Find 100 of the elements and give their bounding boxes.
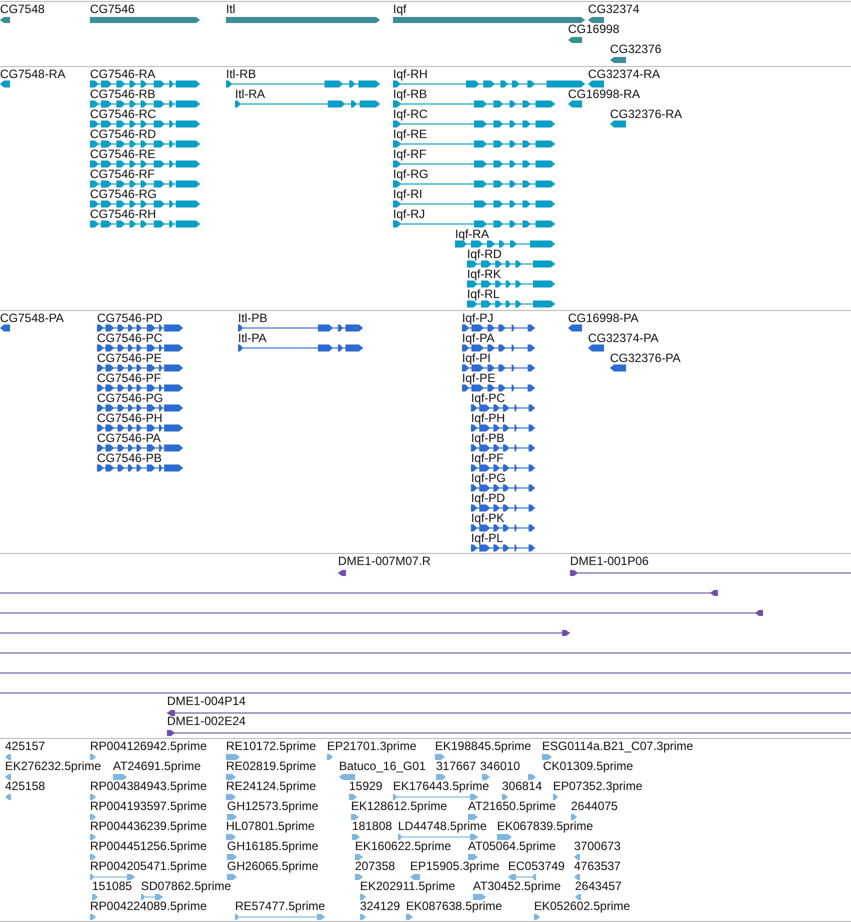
est-label: EK202911.5prime — [360, 880, 456, 893]
est-label: EC053749 — [508, 860, 565, 873]
transcript-label: CG7546-RA — [90, 68, 156, 81]
protein-label: Iqf-PL — [471, 532, 504, 545]
est-label: RP004451256.5prime — [90, 840, 207, 853]
protein-label: CG7546-PD — [97, 312, 162, 325]
est-label: RE02819.5prime — [226, 760, 316, 773]
transcript-label: Iqf-RB — [393, 88, 428, 101]
transcript-label: CG7546-RC — [90, 108, 156, 121]
transcript-label: Iqf-RJ — [393, 208, 426, 221]
est-label: RP004193597.5prime — [90, 800, 207, 813]
est-label: EK276232.5prime — [5, 760, 102, 773]
transcript-label: Iqf-RI — [393, 188, 422, 201]
transcript-label: Iqf-RA — [455, 228, 490, 241]
protein-label: Iqf-PG — [471, 472, 506, 485]
transcript-label: Iqf-RF — [393, 148, 426, 161]
est-label: EK087638.5prime — [406, 900, 502, 913]
est-label: EK067839.5prime — [497, 820, 594, 833]
gene-label: CG32376 — [610, 43, 662, 56]
transcript-label: Iqf-RK — [467, 268, 502, 281]
transcript-label: CG7546-RH — [90, 208, 156, 221]
transcript-label: CG16998-RA — [568, 88, 640, 101]
gene-label: CG7548 — [0, 3, 45, 16]
protein-label: CG7546-PC — [97, 332, 162, 345]
protein-label: CG7546-PH — [97, 412, 162, 425]
transcript-label: Iqf-RL — [467, 288, 500, 301]
protein-label: Iqf-PI — [462, 352, 491, 365]
est-label: EK160622.5prime — [355, 840, 452, 853]
protein-label: Iqf-PC — [471, 392, 506, 405]
protein-label: Itl-PA — [238, 332, 266, 345]
protein-label: Itl-PB — [238, 312, 268, 325]
est-label: 15929 — [349, 780, 382, 793]
transcript-label: CG7546-RD — [90, 128, 156, 141]
est-label: HL07801.5prime — [226, 820, 315, 833]
est-label: EK052602.5prime — [534, 900, 630, 913]
transcript-label: Iqf-RD — [467, 248, 502, 261]
protein-label: Iqf-PK — [471, 512, 504, 525]
gene-label: CG7546 — [90, 3, 135, 16]
protein-label: CG7546-PB — [97, 452, 162, 465]
protein-label: CG7546-PG — [97, 392, 164, 405]
est-label: EK198845.5prime — [435, 740, 532, 753]
clone-label: DME1-001P06 — [570, 555, 649, 568]
est-label: RP004205471.5prime — [90, 860, 207, 873]
est-label: 181808 — [352, 820, 392, 833]
protein-label: Iqf-PA — [462, 332, 494, 345]
gene-label: Itl — [226, 3, 236, 16]
transcript-label: Iqf-RH — [393, 68, 428, 81]
est-label: 2644075 — [571, 800, 618, 813]
clone-label: DME1-007M07.R — [338, 555, 431, 568]
est-label: RE24124.5prime — [226, 780, 316, 793]
est-label: Batuco_16_G01 — [339, 760, 426, 773]
transcript-label: Itl-RB — [226, 68, 256, 81]
protein-label: CG7548-PA — [0, 312, 64, 325]
est-label: AT21650.5prime — [468, 800, 556, 813]
clone-label: DME1-002E24 — [167, 715, 246, 728]
est-label: RP004126942.5prime — [90, 740, 207, 753]
est-label: 151085 — [92, 880, 132, 893]
gene-label: CG32374 — [588, 3, 640, 16]
est-label: 425157 — [5, 740, 46, 753]
est-label: LD44748.5prime — [398, 820, 487, 833]
protein-label: Iqf-PF — [471, 452, 504, 465]
transcript-label: CG32374-RA — [588, 68, 660, 81]
transcript-label: Iqf-RG — [393, 168, 428, 181]
protein-label: CG7546-PE — [97, 352, 162, 365]
protein-label: Iqf-PE — [462, 372, 496, 385]
protein-label: CG7546-PF — [97, 372, 162, 385]
transcript-label: CG7546-RG — [90, 188, 157, 201]
protein-label: CG7546-PA — [97, 432, 161, 445]
clone-label: DME1-004P14 — [167, 695, 246, 708]
protein-label: Iqf-PD — [471, 492, 506, 505]
est-label: 3700673 — [574, 840, 621, 853]
gene-label: Iqf — [393, 3, 406, 16]
est-label: 2643457 — [575, 880, 622, 893]
est-label: GH12573.5prime — [227, 800, 318, 813]
protein-label: CG32376-PA — [610, 352, 680, 365]
est-label: SD07862.5prime — [141, 880, 232, 893]
transcript-label: Iqf-RE — [393, 128, 428, 141]
transcript-label: CG7546-RB — [90, 88, 156, 101]
est-label: AT24691.5prime — [113, 760, 201, 773]
transcript-label: Iqf-RC — [393, 108, 428, 121]
est-label: AT30452.5prime — [473, 880, 561, 893]
est-label: RP004224089.5prime — [90, 900, 207, 913]
protein-label: Iqf-PJ — [462, 312, 494, 325]
est-label: EP21701.3prime — [327, 740, 416, 753]
transcript-label: Itl-RA — [235, 88, 265, 101]
est-label: EK128612.5prime — [351, 800, 448, 813]
est-label: RP004384943.5prime — [90, 780, 207, 793]
est-label: CK01309.5prime — [543, 760, 634, 773]
est-label: AT05064.5prime — [468, 840, 556, 853]
transcript-label: CG7546-RE — [90, 148, 156, 161]
transcript-label: CG7546-RF — [90, 168, 155, 181]
est-label: RE57477.5prime — [235, 900, 326, 913]
est-label: 306814 — [502, 780, 542, 793]
transcript-label: CG32376-RA — [610, 108, 682, 121]
est-label: GH26065.5prime — [227, 860, 318, 873]
est-label: EP15905.3prime — [410, 860, 500, 873]
protein-label: Iqf-PH — [471, 412, 506, 425]
est-label: 346010 — [480, 760, 520, 773]
est-label: ESG0114a.B21_C07.3prime — [542, 740, 694, 753]
est-label: GH16185.5prime — [227, 840, 318, 853]
